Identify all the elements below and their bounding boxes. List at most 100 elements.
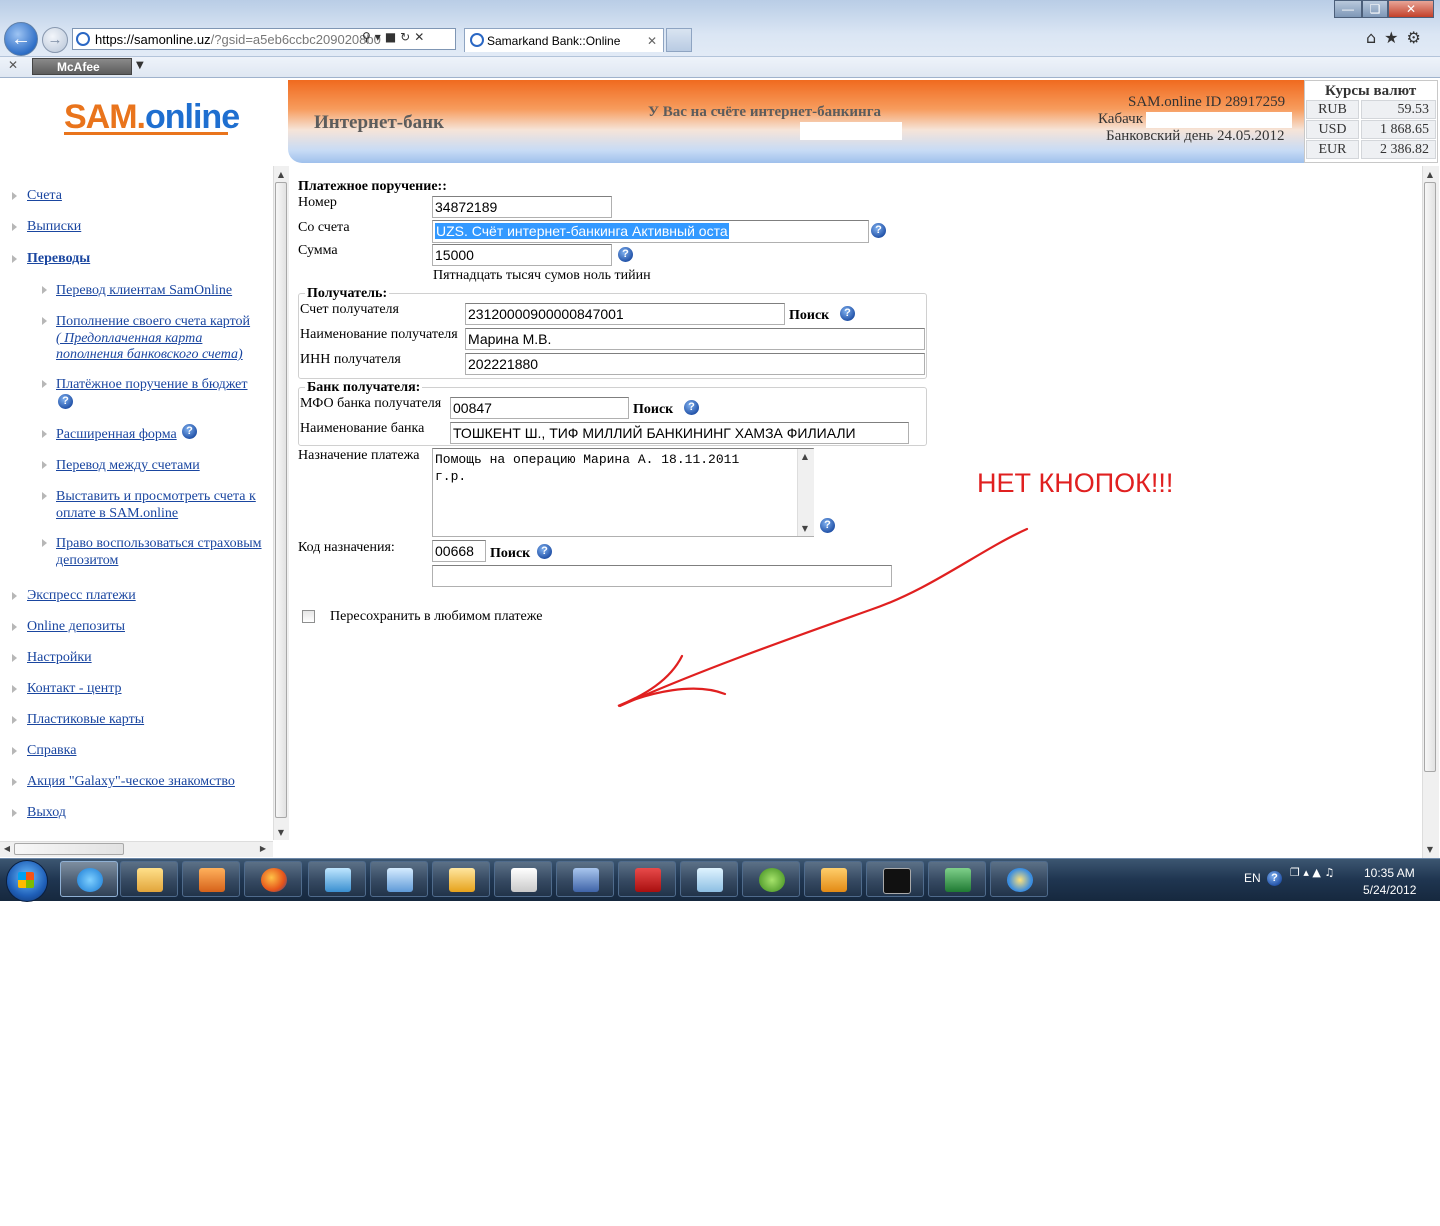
sidebar-sub-samonline-transfer[interactable]: Перевод клиентам SamOnline: [56, 282, 232, 299]
code-search-link[interactable]: Поиск: [490, 546, 530, 562]
help-icon[interactable]: ?: [684, 400, 699, 415]
taskbar-cmd[interactable]: [866, 861, 924, 897]
taskbar-control-panel[interactable]: [370, 861, 428, 897]
sidebar-item-galaxy-promo[interactable]: Акция "Galaxy"-ческое знакомство: [27, 774, 235, 790]
taskbar-education[interactable]: [556, 861, 614, 897]
sidebar-scroll-thumb[interactable]: [275, 182, 287, 818]
rate-row: EUR 2 386.82: [1306, 140, 1436, 159]
forward-button[interactable]: →: [42, 27, 68, 53]
bank-search-link[interactable]: Поиск: [633, 402, 673, 418]
clock-time[interactable]: 10:35 AM: [1364, 866, 1415, 880]
tab-samarkand-bank[interactable]: Samarkand Bank::Online ✕: [464, 28, 664, 52]
mfo-input[interactable]: 00847: [450, 397, 629, 419]
help-icon[interactable]: ?: [618, 247, 633, 262]
sidebar-item-settings[interactable]: Настройки: [27, 650, 92, 666]
help-tray-icon[interactable]: ?: [1267, 871, 1282, 886]
clock-date[interactable]: 5/24/2012: [1363, 883, 1416, 897]
code-input[interactable]: 00668: [432, 540, 486, 562]
recipient-search-link[interactable]: Поиск: [789, 308, 829, 324]
from-account-select[interactable]: UZS. Счёт интернет-банкинга Активный ост…: [432, 220, 869, 243]
taskbar-media-player[interactable]: [182, 861, 240, 897]
recipient-account-input[interactable]: 23120000900000847001: [465, 303, 785, 325]
bullet-icon: [12, 223, 17, 231]
close-window-button[interactable]: ✕: [1388, 0, 1434, 18]
command-bar: [0, 56, 1440, 78]
sidebar-item-express-payments[interactable]: Экспресс платежи: [27, 588, 136, 604]
bullet-icon: [42, 492, 47, 500]
help-icon[interactable]: ?: [58, 394, 73, 409]
bullet-icon: [12, 255, 17, 263]
frog-icon: [759, 868, 785, 892]
bullet-icon: [42, 317, 47, 325]
scroll-left-arrow[interactable]: ◀: [2, 844, 12, 853]
home-star-gear-icon[interactable]: ⌂★⚙: [1366, 28, 1429, 47]
number-input[interactable]: 34872189: [432, 196, 612, 218]
help-icon[interactable]: ?: [182, 424, 197, 439]
taskbar-ie-alt[interactable]: [990, 861, 1048, 897]
help-icon[interactable]: ?: [871, 223, 886, 238]
scroll-up-arrow[interactable]: ▲: [274, 170, 288, 179]
taskbar-calculator[interactable]: [804, 861, 862, 897]
inn-input[interactable]: 202221880: [465, 353, 925, 375]
taskbar-frog-app[interactable]: [742, 861, 800, 897]
tray-icons[interactable]: ❐ ▴ ▲ ♫: [1290, 866, 1334, 879]
taskbar-app[interactable]: [308, 861, 366, 897]
sidebar-item-plastic-cards[interactable]: Пластиковые карты: [27, 712, 144, 728]
sidebar-item-logout[interactable]: Выход: [27, 805, 66, 821]
bullet-icon: [42, 461, 47, 469]
control-panel-icon: [387, 868, 413, 892]
sidebar-item-help[interactable]: Справка: [27, 743, 76, 759]
new-tab-button[interactable]: [666, 28, 692, 52]
taskbar-ie[interactable]: [60, 861, 118, 897]
help-icon[interactable]: ?: [840, 306, 855, 321]
sidebar-sub-card-topup-note[interactable]: пополнения банковского счета): [56, 346, 243, 363]
taskbar-outlook[interactable]: [432, 861, 490, 897]
bank-name-input[interactable]: ТОШКЕНТ Ш., ТИФ МИЛЛИЙ БАНКИНИНГ ХАМЗА Ф…: [450, 422, 909, 444]
amount-label: Сумма: [298, 243, 338, 258]
close-toolbar-icon[interactable]: ✕: [8, 58, 18, 72]
sidebar-sub-invoices-line2[interactable]: оплате в SAM.online: [56, 505, 178, 522]
scroll-down-arrow[interactable]: ▼: [1423, 845, 1437, 854]
scroll-up-arrow[interactable]: ▲: [1423, 170, 1437, 179]
sidebar-sub-insurance-deposit[interactable]: Право воспользоваться страховым: [56, 535, 262, 552]
language-indicator[interactable]: EN: [1244, 871, 1261, 885]
resave-checkbox[interactable]: [302, 610, 315, 623]
taskbar-excel[interactable]: [928, 861, 986, 897]
recipient-name-input[interactable]: Марина М.В.: [465, 328, 925, 350]
sidebar-sub-card-topup-note[interactable]: ( Предоплаченная карта: [56, 330, 202, 347]
chevron-down-icon[interactable]: ▼: [136, 60, 144, 71]
bullet-icon: [12, 192, 17, 200]
taskbar-notepad[interactable]: [494, 861, 552, 897]
bank-name-label: Наименование банка: [300, 421, 425, 436]
sidebar-sub-invoices[interactable]: Выставить и просмотреть счета к: [56, 488, 256, 505]
maximize-button[interactable]: ❑: [1362, 0, 1388, 18]
taskbar-explorer[interactable]: [120, 861, 178, 897]
sidebar-sub-insurance-deposit-line2[interactable]: депозитом: [56, 552, 118, 569]
address-controls-icon[interactable]: ⚲▾■↻✕: [362, 30, 428, 44]
main-scroll-thumb[interactable]: [1424, 182, 1436, 772]
sidebar-item-accounts[interactable]: Счета: [27, 188, 62, 204]
taskbar-acrobat[interactable]: [618, 861, 676, 897]
bullet-icon: [12, 778, 17, 786]
minimize-button[interactable]: —: [1334, 0, 1362, 18]
taskbar-notes[interactable]: [680, 861, 738, 897]
sidebar-item-transfers[interactable]: Переводы: [27, 251, 90, 267]
sidebar-sub-budget-order[interactable]: Платёжное поручение в бюджет: [56, 376, 248, 393]
pdf-icon: [635, 868, 661, 892]
bullet-icon: [12, 654, 17, 662]
scroll-down-arrow[interactable]: ▼: [274, 828, 288, 837]
sidebar-hscroll-thumb[interactable]: [14, 843, 124, 855]
sidebar-item-statements[interactable]: Выписки: [27, 219, 81, 235]
scroll-up-arrow[interactable]: ▲: [798, 452, 812, 461]
mcafee-toolbar[interactable]: McAfee: [32, 58, 132, 75]
amount-input[interactable]: 15000: [432, 244, 612, 266]
sidebar-sub-between-accounts[interactable]: Перевод между счетами: [56, 457, 200, 474]
sidebar-sub-extended-form[interactable]: Расширенная форма: [56, 426, 177, 443]
sidebar-item-contact-center[interactable]: Контакт - центр: [27, 681, 122, 697]
back-button[interactable]: ←: [4, 22, 38, 56]
scroll-right-arrow[interactable]: ▶: [258, 844, 268, 853]
sidebar-item-online-deposits[interactable]: Online депозиты: [27, 619, 125, 635]
taskbar-firefox[interactable]: [244, 861, 302, 897]
help-icon[interactable]: ?: [537, 544, 552, 559]
sidebar-sub-card-topup[interactable]: Пополнение своего счета картой: [56, 313, 250, 330]
